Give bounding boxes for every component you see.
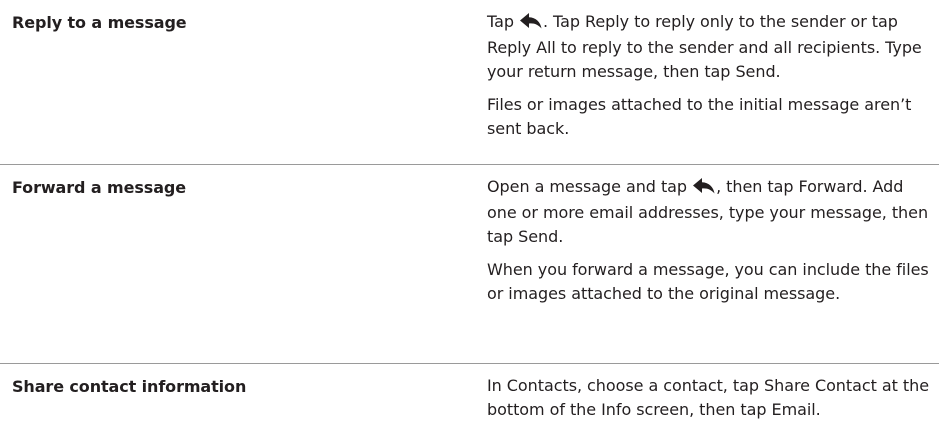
description-text: Tap bbox=[487, 12, 519, 31]
task-row-share-contact: Share contact information In Contacts, c… bbox=[0, 364, 939, 444]
description-paragraph: In Contacts, choose a contact, tap Share… bbox=[487, 376, 930, 419]
task-description: Tap . Tap Reply to reply only to the sen… bbox=[487, 0, 937, 141]
description-text: . Tap Reply to reply only to the sender … bbox=[487, 12, 922, 81]
task-row-forward: Forward a message Open a message and tap… bbox=[0, 165, 939, 364]
task-name: Reply to a message bbox=[12, 13, 187, 32]
description-paragraph: Open a message and tap , then tap Forwar… bbox=[487, 175, 937, 249]
description-text: Open a message and tap bbox=[487, 177, 693, 196]
description-paragraph: Files or images attached to the initial … bbox=[487, 95, 912, 138]
description-paragraph: Tap . Tap Reply to reply only to the sen… bbox=[487, 10, 937, 84]
reply-arrow-icon bbox=[693, 177, 715, 201]
task-row-reply: Reply to a message Tap . Tap Reply to re… bbox=[0, 0, 939, 165]
task-description: In Contacts, choose a contact, tap Share… bbox=[487, 364, 937, 422]
task-name: Forward a message bbox=[12, 178, 186, 197]
reply-arrow-icon bbox=[519, 12, 542, 36]
task-description: Open a message and tap , then tap Forwar… bbox=[487, 165, 937, 306]
description-paragraph: When you forward a message, you can incl… bbox=[487, 260, 929, 303]
task-name: Share contact information bbox=[12, 377, 247, 396]
task-table: Reply to a message Tap . Tap Reply to re… bbox=[0, 0, 939, 444]
